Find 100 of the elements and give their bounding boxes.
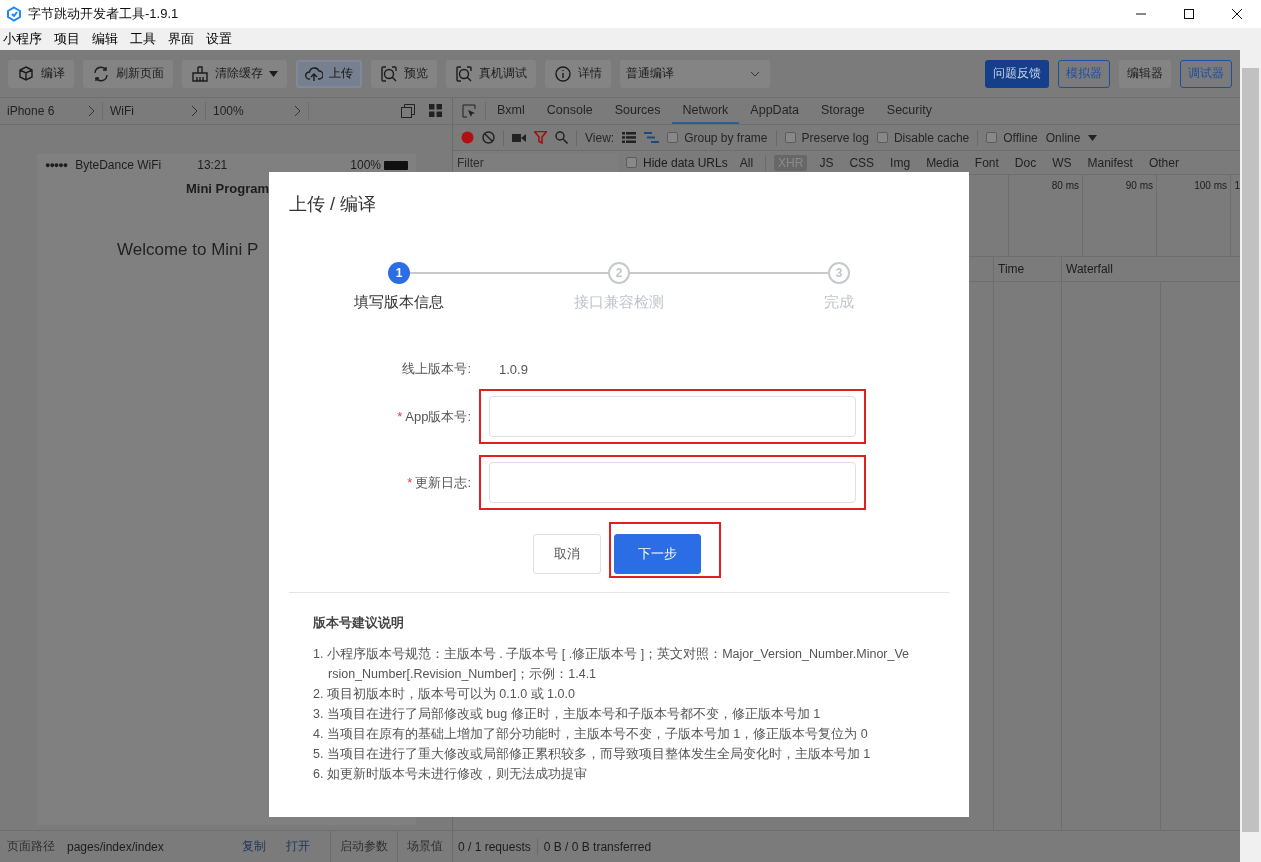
broom-icon (191, 64, 209, 83)
status-button[interactable]: 启动参数 (330, 831, 397, 862)
timeline-tick: 1 (1234, 180, 1240, 191)
caret-icon[interactable] (1088, 134, 1098, 141)
status-link[interactable]: 打开 (286, 838, 310, 855)
chevron-right-icon[interactable] (191, 105, 198, 117)
scrollbar[interactable] (1240, 50, 1261, 862)
search-icon[interactable] (555, 131, 568, 144)
checkbox-label: Hide data URLs (643, 155, 728, 170)
field-label: 线上版本号: (402, 361, 471, 376)
resource-type-filter[interactable]: Doc (1010, 154, 1041, 171)
devtools-tab[interactable]: Security (875, 98, 943, 124)
resource-type-filter[interactable]: Media (922, 154, 963, 171)
inspect-icon[interactable] (462, 104, 476, 118)
list-view-icon[interactable] (622, 132, 637, 143)
version-value: 1.0.9 (499, 361, 528, 377)
checkbox[interactable] (986, 132, 998, 143)
note-item: 3. 当项目在进行了局部修改或 bug 修正时，主版本号和子版本号都不变，修正版本号加 1 (313, 706, 822, 723)
next-button[interactable]: 下一步 (614, 534, 701, 574)
notes-title: 版本号建议说明 (313, 614, 405, 632)
toolbar-button[interactable]: 预览 (371, 59, 437, 88)
menu-item[interactable]: 项目 (54, 30, 80, 48)
timeline-tick: 100 ms (1194, 180, 1227, 191)
devtools-tab[interactable]: Console (535, 98, 604, 124)
filter-icon[interactable] (534, 131, 547, 144)
resource-type-filter[interactable]: All (735, 154, 758, 171)
toolbar-button[interactable]: 上传 (296, 59, 362, 88)
checkbox[interactable] (876, 132, 888, 143)
resource-type-filter[interactable]: JS (815, 154, 838, 171)
page-path: pages/index/index (67, 839, 165, 854)
devtools-tab[interactable]: Storage (810, 98, 876, 124)
preview-icon (380, 64, 398, 83)
copy-window-icon[interactable] (401, 104, 415, 118)
note-item: 2. 项目初版本时，版本号可以为 0.1.0 或 1.0.0 (313, 686, 576, 703)
note-item: 1. 小程序版本号规范：主版本号 . 子版本号 [ .修正版本号 ]；英文对照：Major_Version_Number.Minor_Version_Number[.Revision_Number]；示例：1.4.1 (313, 646, 911, 683)
toolbar-button[interactable]: 真机调试 (446, 59, 536, 88)
panel-button[interactable]: 编辑器 (1119, 59, 1171, 88)
devtools-tab[interactable]: Network (671, 98, 740, 124)
resource-type-filter[interactable]: CSS (845, 154, 879, 171)
devtools-tab[interactable]: AppData (739, 98, 810, 124)
status-link[interactable]: 复制 (242, 838, 266, 855)
toolbar-button[interactable]: 刷新页面 (83, 59, 173, 88)
compile-mode-dropdown[interactable]: 普通编译 (620, 59, 770, 88)
step-number: 1 (388, 262, 410, 284)
welcome-text: Welcome to Mini P (117, 240, 259, 259)
column-header[interactable]: Waterfall (1066, 262, 1113, 276)
chevron-right-icon[interactable] (88, 105, 95, 117)
checkbox-label: Group by frame (684, 130, 768, 145)
checkbox-label: Offline (1003, 130, 1038, 145)
column-header[interactable]: Time (998, 262, 1025, 276)
grid-icon[interactable] (429, 104, 442, 117)
toolbar-button[interactable]: 编译 (8, 59, 74, 88)
cancel-button[interactable]: 取消 (533, 534, 601, 574)
camera-icon[interactable] (512, 132, 526, 143)
chevron-down-icon (750, 70, 760, 77)
clock-time: 13:21 (197, 158, 229, 172)
menu-item[interactable]: 界面 (168, 30, 194, 48)
menu-item[interactable]: 设置 (206, 30, 232, 48)
record-icon[interactable] (461, 131, 474, 144)
device-setting[interactable]: 100% (213, 104, 244, 118)
step-label: 完成 (824, 293, 854, 312)
resource-type-filter[interactable]: WS (1048, 154, 1076, 171)
resource-type-filter[interactable]: Font (970, 154, 1003, 171)
carrier-name: ByteDance WiFi (75, 158, 162, 172)
menu-item[interactable]: 工具 (130, 30, 156, 48)
resource-type-filter[interactable]: Img (886, 154, 915, 171)
checkbox[interactable] (626, 157, 637, 168)
maximize-icon[interactable] (1183, 8, 1195, 20)
toolbar-button[interactable]: 清除缓存 (182, 59, 287, 88)
checkbox[interactable] (667, 132, 679, 143)
resource-type-filter[interactable]: Other (1144, 154, 1183, 171)
close-icon[interactable] (1231, 8, 1243, 20)
input-field[interactable] (489, 396, 856, 437)
required-mark: * (407, 474, 413, 490)
app-logo-icon (6, 6, 22, 22)
step-number: 2 (608, 262, 630, 284)
clear-icon[interactable] (482, 131, 495, 144)
timeline-tick: 80 ms (1051, 180, 1079, 191)
menu-item[interactable]: 编辑 (92, 30, 118, 48)
device-setting[interactable]: iPhone 6 (7, 104, 55, 118)
field-label: App版本号: (405, 408, 471, 424)
input-field[interactable] (489, 462, 856, 503)
devtools-tab[interactable]: Sources (603, 98, 672, 124)
checkbox-label: Disable cache (893, 130, 970, 145)
dialog-title: 上传 / 编译 (289, 193, 377, 216)
device-setting[interactable]: WiFi (110, 104, 134, 118)
info-icon (554, 64, 572, 83)
field-label: 更新日志: (415, 474, 471, 490)
panel-button[interactable]: 问题反馈 (985, 59, 1049, 88)
status-button[interactable]: 场景值 (397, 831, 452, 862)
resource-type-filter[interactable]: Manifest (1083, 154, 1137, 171)
chevron-right-icon[interactable] (294, 105, 301, 117)
toolbar-button[interactable]: 详情 (545, 59, 611, 88)
menu-item[interactable]: 小程序 (3, 30, 42, 48)
signal-dots: ●●●●● (45, 160, 68, 170)
throttle-select[interactable]: Online (1045, 130, 1081, 145)
cube-icon (17, 64, 35, 83)
devtools-tab[interactable]: Bxml (486, 98, 536, 124)
waterfall-view-icon[interactable] (644, 132, 660, 143)
checkbox[interactable] (784, 132, 796, 143)
